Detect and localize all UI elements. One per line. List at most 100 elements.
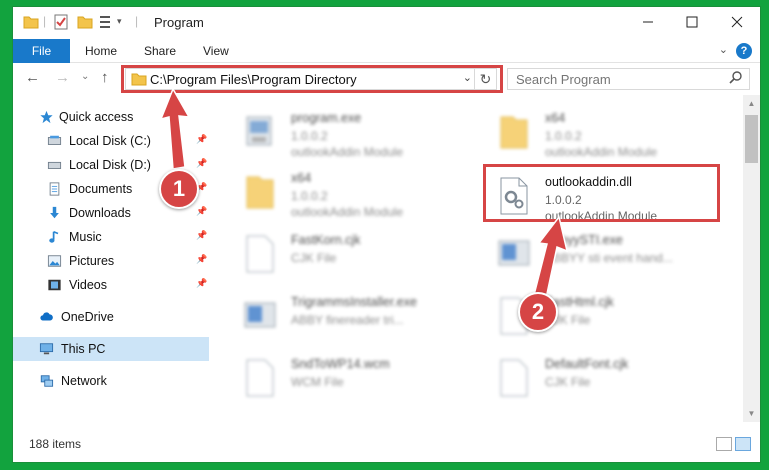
minimize-icon <box>643 21 653 23</box>
search-icon[interactable] <box>729 71 743 85</box>
cloud-icon <box>40 312 53 321</box>
exe-icon <box>246 116 272 146</box>
minimize-button[interactable] <box>625 7 671 37</box>
file-type: CJK File <box>545 375 591 389</box>
sidebar-item-label: Documents <box>69 182 133 196</box>
folder-icon <box>246 176 274 209</box>
customize-toolbar-icon[interactable] <box>99 14 115 30</box>
exe-icon <box>244 302 276 328</box>
tab-view[interactable]: View <box>203 44 229 58</box>
file-description: outlookAddin Module <box>545 145 658 159</box>
file-version: 1.0.0.2 <box>291 189 328 203</box>
file-type: CJK File <box>291 251 337 265</box>
sidebar-item-music[interactable]: Music 📌 <box>13 225 209 249</box>
sidebar-item-label: Local Disk (D:) <box>69 158 151 172</box>
file-icon <box>246 235 274 273</box>
file-name: SndToWP14.wcm <box>291 357 390 371</box>
pin-icon[interactable]: 📌 <box>196 254 207 265</box>
tab-share[interactable]: Share <box>144 44 176 58</box>
sidebar-item-pictures[interactable]: Pictures 📌 <box>13 249 209 273</box>
sidebar-item-this-pc[interactable]: This PC <box>13 337 209 361</box>
file-name: DefaultFont.cjk <box>545 357 629 371</box>
network-icon <box>40 375 54 387</box>
close-icon <box>731 16 743 28</box>
pictures-icon <box>47 255 62 267</box>
file-item[interactable]: x64 1.0.0.2 outlookAddin Module <box>495 107 735 163</box>
computer-icon <box>39 343 54 355</box>
file-highlight <box>483 164 720 222</box>
file-name: x64 <box>291 171 312 185</box>
annotation-badge-1: 1 <box>159 169 199 209</box>
scroll-down-icon[interactable]: ▼ <box>743 405 760 422</box>
pin-icon[interactable]: 📌 <box>196 206 207 217</box>
forward-arrow-icon[interactable]: → <box>55 69 70 86</box>
file-list: program.exe 1.0.0.2 outlookAddin Module … <box>211 97 745 422</box>
recent-locations-icon[interactable]: ⌄ <box>81 71 89 82</box>
file-item[interactable]: program.exe 1.0.0.2 outlookAddin Module <box>241 107 481 163</box>
sidebar-item-label: Videos <box>69 278 107 292</box>
title-bar: | ▾ | Program <box>13 7 760 39</box>
folder-icon <box>23 16 39 29</box>
videos-icon <box>48 279 61 291</box>
file-item[interactable]: FastKorn.cjk CJK File <box>241 229 481 285</box>
close-button[interactable] <box>714 7 760 37</box>
search-input[interactable] <box>508 69 718 89</box>
scroll-up-icon[interactable]: ▲ <box>743 95 760 112</box>
download-icon <box>50 206 59 219</box>
drive-icon <box>47 161 62 169</box>
sidebar-item-label: Quick access <box>59 110 134 124</box>
exe-icon <box>498 240 530 266</box>
properties-icon[interactable] <box>53 14 69 30</box>
scrollbar-thumb[interactable] <box>745 115 758 163</box>
file-item[interactable]: SndToWP14.wcm WCM File <box>241 353 481 409</box>
file-name: program.exe <box>291 111 362 125</box>
file-type: WCM File <box>291 375 344 389</box>
sidebar-item-onedrive[interactable]: OneDrive <box>13 305 209 329</box>
help-icon[interactable]: ? <box>736 43 752 59</box>
title-separator: | <box>135 14 139 28</box>
up-arrow-icon[interactable]: ↑ <box>101 69 109 86</box>
item-count: 188 items <box>29 437 82 451</box>
details-view-icon[interactable] <box>716 437 732 451</box>
chevron-down-icon[interactable]: ▾ <box>117 16 122 27</box>
file-item[interactable]: x64 1.0.0.2 outlookAddin Module <box>241 167 481 223</box>
large-icons-view-icon[interactable] <box>735 437 751 451</box>
maximize-button[interactable] <box>669 7 715 37</box>
sidebar-item-label: Local Disk (C:) <box>69 134 151 148</box>
new-folder-icon[interactable] <box>77 14 93 30</box>
back-arrow-icon[interactable]: ← <box>25 69 40 86</box>
file-version: 1.0.0.2 <box>545 129 582 143</box>
pin-icon[interactable]: 📌 <box>196 230 207 241</box>
ribbon: File Home Share View ⌄ ? <box>13 39 760 63</box>
status-bar: 188 items <box>13 431 760 461</box>
file-explorer-window: | ▾ | Program File Home Share View ⌄ ? ←… <box>12 6 761 463</box>
tab-file[interactable]: File <box>13 39 70 63</box>
sidebar-item-label: Downloads <box>69 206 131 220</box>
sidebar-item-label: This PC <box>61 342 106 356</box>
file-version: 1.0.0.2 <box>291 129 328 143</box>
file-item[interactable]: DefaultFont.cjk CJK File <box>495 353 735 409</box>
file-name: TrigrammsInstaller.exe <box>291 295 417 309</box>
drive-icon <box>47 135 62 145</box>
file-description: ABBY finereader tri... <box>291 313 404 327</box>
tab-home[interactable]: Home <box>85 44 117 58</box>
expand-ribbon-icon[interactable]: ⌄ <box>719 43 728 56</box>
file-icon <box>246 359 274 397</box>
annotation-badge-2: 2 <box>518 292 558 332</box>
search-box[interactable] <box>507 68 750 90</box>
window-title: Program <box>154 15 204 30</box>
file-description: outlookAddin Module <box>291 145 404 159</box>
pin-icon[interactable]: 📌 <box>196 278 207 289</box>
sidebar-item-videos[interactable]: Videos 📌 <box>13 273 209 297</box>
music-icon <box>49 230 59 243</box>
maximize-icon <box>686 16 698 28</box>
sidebar-item-network[interactable]: Network <box>13 369 209 393</box>
sidebar-item-label: OneDrive <box>61 310 114 324</box>
file-item[interactable]: TrigrammsInstaller.exe ABBY finereader t… <box>241 291 481 347</box>
title-separator: | <box>43 14 47 28</box>
file-name: FastKorn.cjk <box>291 233 361 247</box>
sidebar-item-label: Pictures <box>69 254 115 268</box>
vertical-scrollbar[interactable]: ▲ ▼ <box>743 95 760 422</box>
sidebar-item-label: Music <box>69 230 102 244</box>
file-description: outlookAddin Module <box>291 205 404 219</box>
